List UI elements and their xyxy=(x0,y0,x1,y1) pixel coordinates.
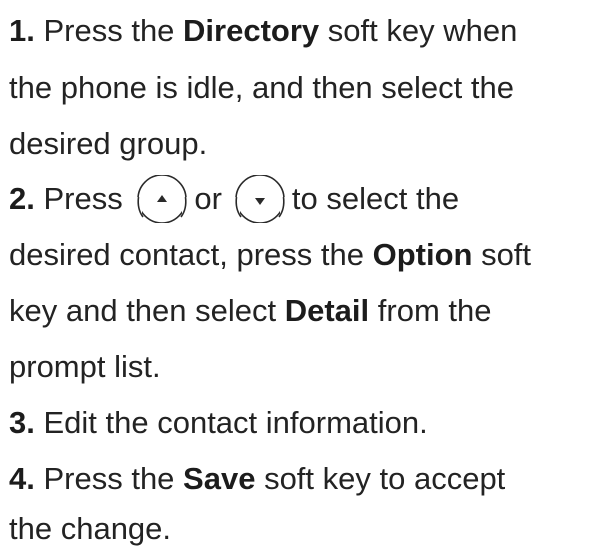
step-2-line-3-before: key and then select xyxy=(9,293,285,328)
step-3-number: 3. xyxy=(9,405,35,440)
step-2-line-1: 2. Press or to select the xyxy=(9,174,459,224)
save-softkey-label: Save xyxy=(183,461,256,496)
or-text: or xyxy=(194,181,222,216)
step-2-line-2-after: soft xyxy=(472,237,532,272)
step-4-text-after: soft key to accept xyxy=(255,461,506,496)
step-4-text-before: Press the xyxy=(34,461,184,496)
step-1-text-before: Press the xyxy=(34,13,184,48)
step-1-text-after: soft key when xyxy=(319,13,518,48)
step-1-line-1: 1. Press the Directory soft key when xyxy=(9,6,517,56)
step-2-text-before: Press xyxy=(34,181,132,216)
step-1-number: 1. xyxy=(9,13,35,48)
detail-option-label: Detail xyxy=(284,293,370,328)
directory-softkey-label: Directory xyxy=(183,13,320,48)
step-2-line-3-after: from the xyxy=(369,293,492,328)
step-3-text: Edit the contact information. xyxy=(34,405,428,440)
step-1-line-2: the phone is idle, and then select the xyxy=(9,70,514,105)
step-2-line-2: desired contact, press the Option soft xyxy=(9,230,531,280)
step-4-line-1: 4. Press the Save soft key to accept xyxy=(9,454,505,504)
step-2-number: 2. xyxy=(9,181,35,216)
option-softkey-label: Option xyxy=(372,237,473,272)
down-arrow-key-icon xyxy=(232,174,288,223)
step-4-line-2: the change. xyxy=(9,511,172,546)
step-2-line-2-before: desired contact, press the xyxy=(9,237,373,272)
step-3-line-1: 3. Edit the contact information. xyxy=(9,398,428,448)
step-2-text-after-keys: to select the xyxy=(291,181,460,216)
step-4-number: 4. xyxy=(9,461,35,496)
up-arrow-key-icon xyxy=(134,174,190,223)
step-2-line-4: prompt list. xyxy=(9,349,161,384)
step-1-line-3: desired group. xyxy=(9,126,208,161)
step-2-line-3: key and then select Detail from the xyxy=(9,286,491,336)
